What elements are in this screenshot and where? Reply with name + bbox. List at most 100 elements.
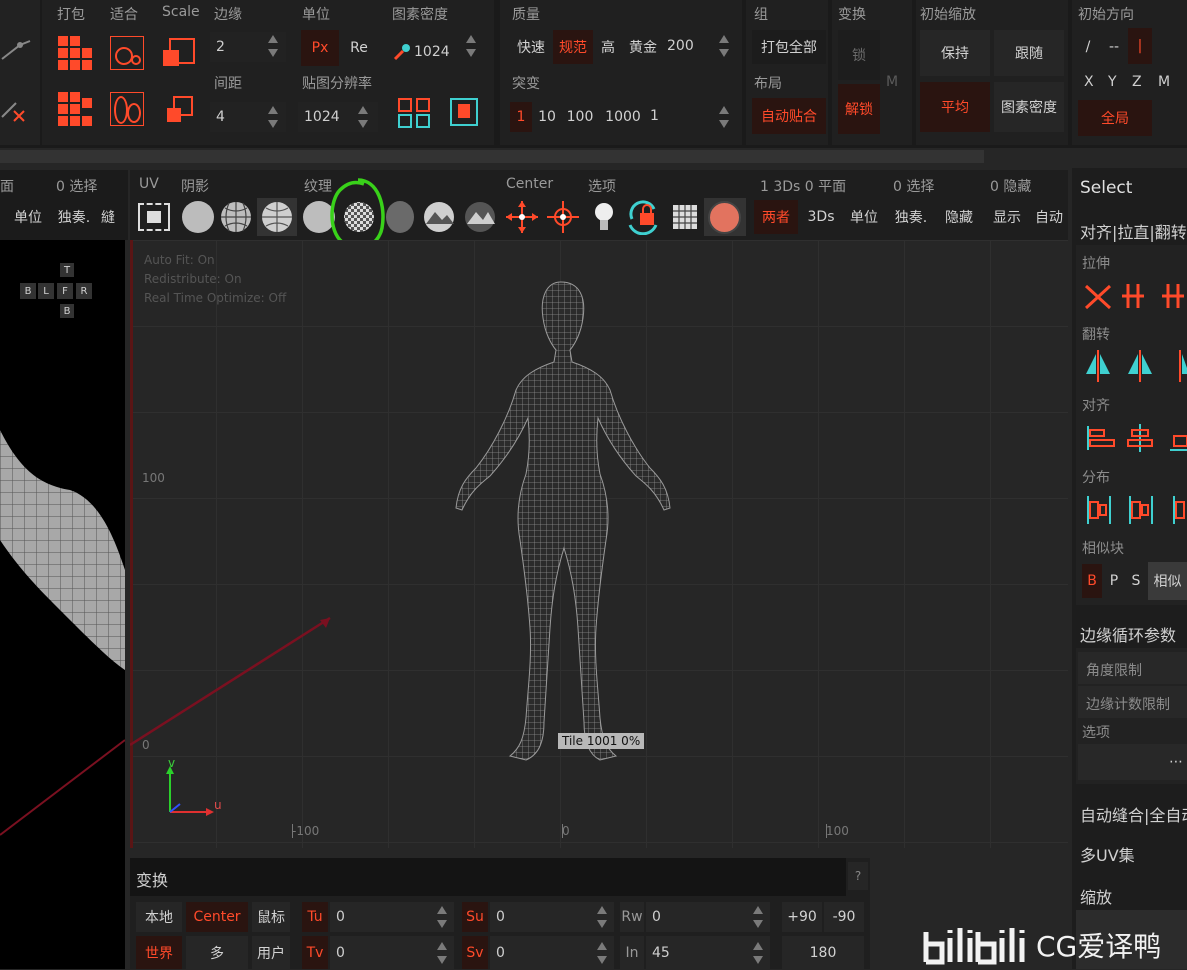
view-cube-right[interactable]: R [76, 283, 92, 299]
rotate-plus-90-button[interactable]: +90 [782, 902, 822, 932]
gold-value[interactable]: 200 [667, 38, 694, 54]
texture-faded-icon[interactable] [386, 201, 414, 233]
uv-viewport[interactable]: Auto Fit: On Redistribute: On Real Time … [130, 240, 1068, 848]
similar-p-button[interactable]: P [1104, 564, 1124, 598]
multi-button[interactable]: 多 [186, 936, 248, 969]
unlock-button[interactable]: 解锁 [838, 84, 880, 134]
local-button[interactable]: 本地 [136, 902, 182, 932]
view-cube-top[interactable]: T [60, 263, 74, 277]
shade-smooth-wire-icon[interactable] [260, 200, 294, 234]
dir-x-label[interactable]: X [1084, 74, 1094, 90]
flip-icons[interactable] [1082, 348, 1187, 384]
unit-re-button[interactable]: Re [341, 30, 377, 66]
rw-spinner[interactable] [752, 903, 764, 931]
mutate-1-button[interactable]: 1 [510, 102, 532, 132]
lock-button[interactable]: 锁 [838, 30, 880, 80]
dir-dash-button[interactable]: -- [1102, 32, 1126, 62]
uv-character-mesh[interactable] [420, 278, 700, 778]
toolbar-scroll-bar[interactable] [0, 150, 984, 163]
3ds-button[interactable]: 3Ds [802, 203, 840, 231]
gold-button[interactable]: 黄金 [623, 32, 663, 62]
edge-loop-title[interactable]: 边缘循环参数 [1080, 622, 1176, 646]
tu-spinner[interactable] [436, 903, 448, 931]
cut-tool-icon[interactable] [0, 95, 40, 125]
normal-button[interactable]: 规范 [553, 30, 593, 64]
density-value[interactable]: 1024 [414, 44, 450, 60]
pack-grid-icon[interactable] [58, 36, 92, 70]
stretch-tool-icon[interactable] [0, 35, 40, 65]
quick-button[interactable]: 快速 [510, 32, 552, 62]
similar-button[interactable]: 相似 [1148, 562, 1187, 600]
su-spinner[interactable] [596, 903, 608, 931]
both-button[interactable]: 两者 [754, 200, 798, 234]
scale-pack-icon[interactable] [163, 36, 197, 70]
color-swatch-icon[interactable] [708, 201, 741, 234]
mutate-1000-button[interactable]: 1000 [600, 102, 646, 132]
mutate-100-button[interactable]: 100 [562, 102, 598, 132]
mutate-value[interactable]: 1 [650, 108, 659, 124]
dir-bar-button[interactable]: | [1128, 28, 1152, 64]
view-cube-bottom[interactable]: B [60, 304, 74, 318]
dir-z-label[interactable]: Z [1132, 74, 1142, 90]
dir-y-label[interactable]: Y [1108, 74, 1117, 90]
hide-button[interactable]: 隐藏 [938, 203, 980, 231]
tex-res-spinner[interactable] [357, 103, 369, 131]
shade-wire-icon[interactable] [219, 200, 253, 234]
center-target-icon[interactable] [545, 199, 581, 235]
dir-m-label[interactable]: M [1158, 74, 1170, 90]
align-icons[interactable] [1082, 422, 1187, 454]
texture-image-icon[interactable] [422, 200, 456, 234]
align-flip-tab[interactable]: 对齐|拉直|翻转 [1080, 219, 1187, 243]
view-cube-front[interactable]: F [57, 283, 73, 299]
scale-small-icon[interactable] [163, 92, 197, 126]
view-cube-back[interactable]: B [20, 283, 36, 299]
rotate-minus-90-button[interactable]: -90 [824, 902, 864, 932]
stretch-icons[interactable] [1082, 280, 1187, 312]
texel-density-button[interactable]: 图素密度 [994, 82, 1064, 132]
bulb-icon[interactable] [590, 200, 618, 234]
sv-spinner[interactable] [596, 939, 608, 967]
zoom-tab[interactable]: 缩放 [1080, 884, 1112, 908]
spacing-spinner[interactable] [267, 103, 279, 131]
view-cube-left[interactable]: L [38, 283, 54, 299]
viewport-3d-solo-button[interactable]: 独奏. [54, 203, 94, 231]
lock-rotate-icon[interactable] [626, 199, 662, 235]
eyedropper-icon[interactable] [393, 43, 411, 61]
texture-map-icon[interactable] [463, 200, 497, 234]
similar-s-button[interactable]: S [1126, 564, 1146, 598]
auto-button[interactable]: 自动 [1030, 203, 1068, 231]
mutate-10-button[interactable]: 10 [534, 102, 560, 132]
mutate-spinner[interactable] [718, 103, 730, 131]
average-button[interactable]: 平均 [920, 82, 990, 132]
transform-help-button[interactable]: ? [848, 862, 868, 890]
density-spinner[interactable] [465, 32, 477, 60]
shade-solid-icon[interactable] [182, 201, 214, 233]
center-move-icon[interactable] [504, 199, 540, 235]
auto-stitch-tab[interactable]: 自动缝合|全自动 [1080, 802, 1187, 826]
viewport-3d-seam-button[interactable]: 縫 [96, 203, 120, 231]
edge-spinner[interactable] [267, 32, 279, 60]
fit-circles-icon[interactable] [110, 36, 144, 70]
frame-view-icon[interactable] [138, 203, 170, 231]
multi-uv-tab[interactable]: 多UV集 [1080, 842, 1135, 866]
pack-all-button[interactable]: 打包全部 [752, 30, 826, 64]
unit-button[interactable]: 单位 [844, 203, 884, 231]
fit-ovals-icon[interactable] [110, 92, 144, 126]
distribute-icons[interactable] [1082, 494, 1187, 526]
similar-b-button[interactable]: B [1082, 564, 1102, 598]
in-spinner[interactable] [752, 939, 764, 967]
gold-spinner[interactable] [718, 32, 730, 60]
world-button[interactable]: 世界 [136, 936, 182, 969]
pack-islands-icon[interactable] [398, 96, 432, 130]
keep-button[interactable]: 保持 [920, 30, 990, 76]
auto-stitch-button[interactable]: 自动贴合 [752, 98, 826, 134]
follow-button[interactable]: 跟随 [994, 30, 1064, 76]
solo-button[interactable]: 独奏. [888, 203, 934, 231]
pack-dots-icon[interactable] [58, 92, 92, 126]
show-button[interactable]: 显示 [986, 203, 1028, 231]
high-button[interactable]: 高 [595, 32, 621, 62]
rotate-180-button[interactable]: 180 [782, 936, 864, 969]
user-button[interactable]: 用户 [252, 936, 290, 969]
unit-px-button[interactable]: Px [301, 30, 339, 66]
tv-spinner[interactable] [436, 939, 448, 967]
